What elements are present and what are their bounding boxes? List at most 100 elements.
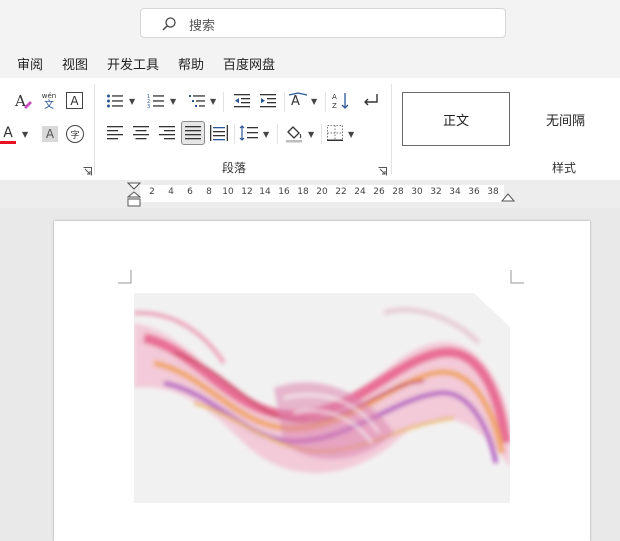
shading-button[interactable] [283,122,305,144]
ruler-tick-label: 24 [354,187,366,197]
menu-review[interactable]: 审阅 [17,54,43,73]
search-placeholder: 搜索 [189,19,216,34]
sort-icon: AZ [332,93,349,110]
distributed-button[interactable] [208,123,230,143]
align-left-icon [107,126,123,140]
right-indent-marker-icon[interactable] [501,193,515,203]
inserted-image[interactable] [134,293,510,503]
inner-separator [234,124,235,144]
text-direction-button[interactable]: A [287,90,309,112]
paragraph-group-label: 段落 [222,161,247,175]
line-spacing-icon [239,125,258,141]
decrease-indent-button[interactable] [231,91,253,111]
ruler-tick-label: 4 [168,187,174,197]
style-no-spacing-label: 无间隔 [545,113,585,129]
decrease-indent-icon [234,94,250,108]
multilevel-list-button[interactable] [186,91,208,111]
shading-dropdown[interactable]: ▼ [308,130,314,139]
document-page[interactable] [54,221,590,541]
ruler-tick-label: 26 [373,187,385,197]
multilevel-list-icon [189,95,205,107]
text-direction-icon: A [288,92,308,109]
inner-separator [277,124,278,144]
inner-separator [325,92,326,112]
numbered-list-icon: 123 [147,94,164,109]
menu-help[interactable]: 帮助 [178,54,204,73]
phonetic-bottom: 文 [44,99,54,111]
menu-developer[interactable]: 开发工具 [107,54,159,73]
search-box[interactable]: 搜索 [140,8,506,38]
ruler-tick-label: 20 [316,187,328,197]
align-center-icon [133,126,149,140]
ruler-tick-label: 10 [222,187,234,197]
inner-separator [321,124,322,144]
enclose-characters-button[interactable]: 字 [66,125,84,143]
style-normal-label: 正文 [442,113,469,129]
character-shading-button[interactable]: A [42,126,58,142]
increase-indent-button[interactable] [257,91,279,111]
sort-button[interactable]: AZ [330,90,352,112]
ruler-tick-label: 28 [392,187,404,197]
styles-group-label: 样式 [552,161,577,175]
group-separator [94,84,95,174]
paragraph-dialog-launcher-icon[interactable] [378,167,387,176]
phonetic-guide-button[interactable]: wén 文 [38,90,60,112]
ruler-tick-label: 30 [411,187,423,197]
font-color-dropdown[interactable]: ▼ [22,130,28,139]
font-color-button[interactable]: A [0,122,16,146]
inner-separator [284,92,285,112]
character-border-button[interactable]: A [66,92,83,109]
text-direction-dropdown[interactable]: ▼ [311,97,317,106]
borders-icon [327,125,343,141]
horizontal-ruler: 2 4 6 8 10 12 14 16 18 20 22 24 26 28 30… [0,180,620,208]
font-dialog-launcher-icon[interactable] [83,167,92,176]
justify-button[interactable] [181,121,205,145]
numbering-button[interactable]: 123 [145,91,167,111]
line-spacing-dropdown[interactable]: ▼ [263,130,269,139]
ruler-tick-label: 6 [187,187,193,197]
menu-view[interactable]: 视图 [62,54,88,73]
ruler-tick-label: 8 [206,187,212,197]
show-formatting-marks-button[interactable] [360,90,382,112]
enclose-char: 字 [70,130,80,141]
phonetic-top: wén [41,91,57,100]
font-color-bar [0,140,16,144]
line-spacing-button[interactable] [238,123,260,143]
clear-formatting-icon: A [14,92,32,110]
align-left-button[interactable] [104,123,126,143]
style-normal[interactable]: 正文 [402,92,510,146]
font-color-letter: A [3,124,13,141]
clear-formatting-button[interactable]: A [12,90,34,112]
style-no-spacing[interactable]: 无间隔 [511,92,620,146]
character-border-letter: A [70,93,79,108]
ruler-tick-label: 18 [297,187,309,197]
justify-icon [185,126,201,140]
menu-baidu-netdisk[interactable]: 百度网盘 [223,54,275,73]
svg-text:A: A [332,93,337,101]
ruler-tick-label: 16 [278,187,290,197]
margin-corner-mark [510,270,524,284]
title-bar: 搜索 [0,0,620,48]
search-icon [162,17,176,31]
inner-separator [223,92,224,112]
indent-marker-icon[interactable] [127,182,141,208]
borders-button[interactable] [324,123,346,143]
svg-text:3: 3 [147,104,150,109]
enter-arrow-icon [364,94,378,106]
ruler-tick-label: 32 [430,187,442,197]
ribbon: A wén 文 A A ▼ A 字 ▼ 123 ▼ ▼ A ▼ A Z ▼ ▼ … [0,78,620,181]
bullets-dropdown[interactable]: ▼ [129,97,135,106]
ruler-tick-label: 34 [449,187,461,197]
borders-dropdown[interactable]: ▼ [348,130,354,139]
bullets-button[interactable] [104,91,126,111]
multilevel-dropdown[interactable]: ▼ [210,97,216,106]
svg-text:A: A [14,92,26,110]
align-right-icon [159,126,175,140]
ruler-tick-label: 38 [487,187,499,197]
align-center-button[interactable] [130,123,152,143]
align-right-button[interactable] [156,123,178,143]
margin-corner-mark [118,270,132,284]
ruler-tick-label: 36 [468,187,480,197]
ruler-tick-label: 2 [149,187,155,197]
numbering-dropdown[interactable]: ▼ [170,97,176,106]
